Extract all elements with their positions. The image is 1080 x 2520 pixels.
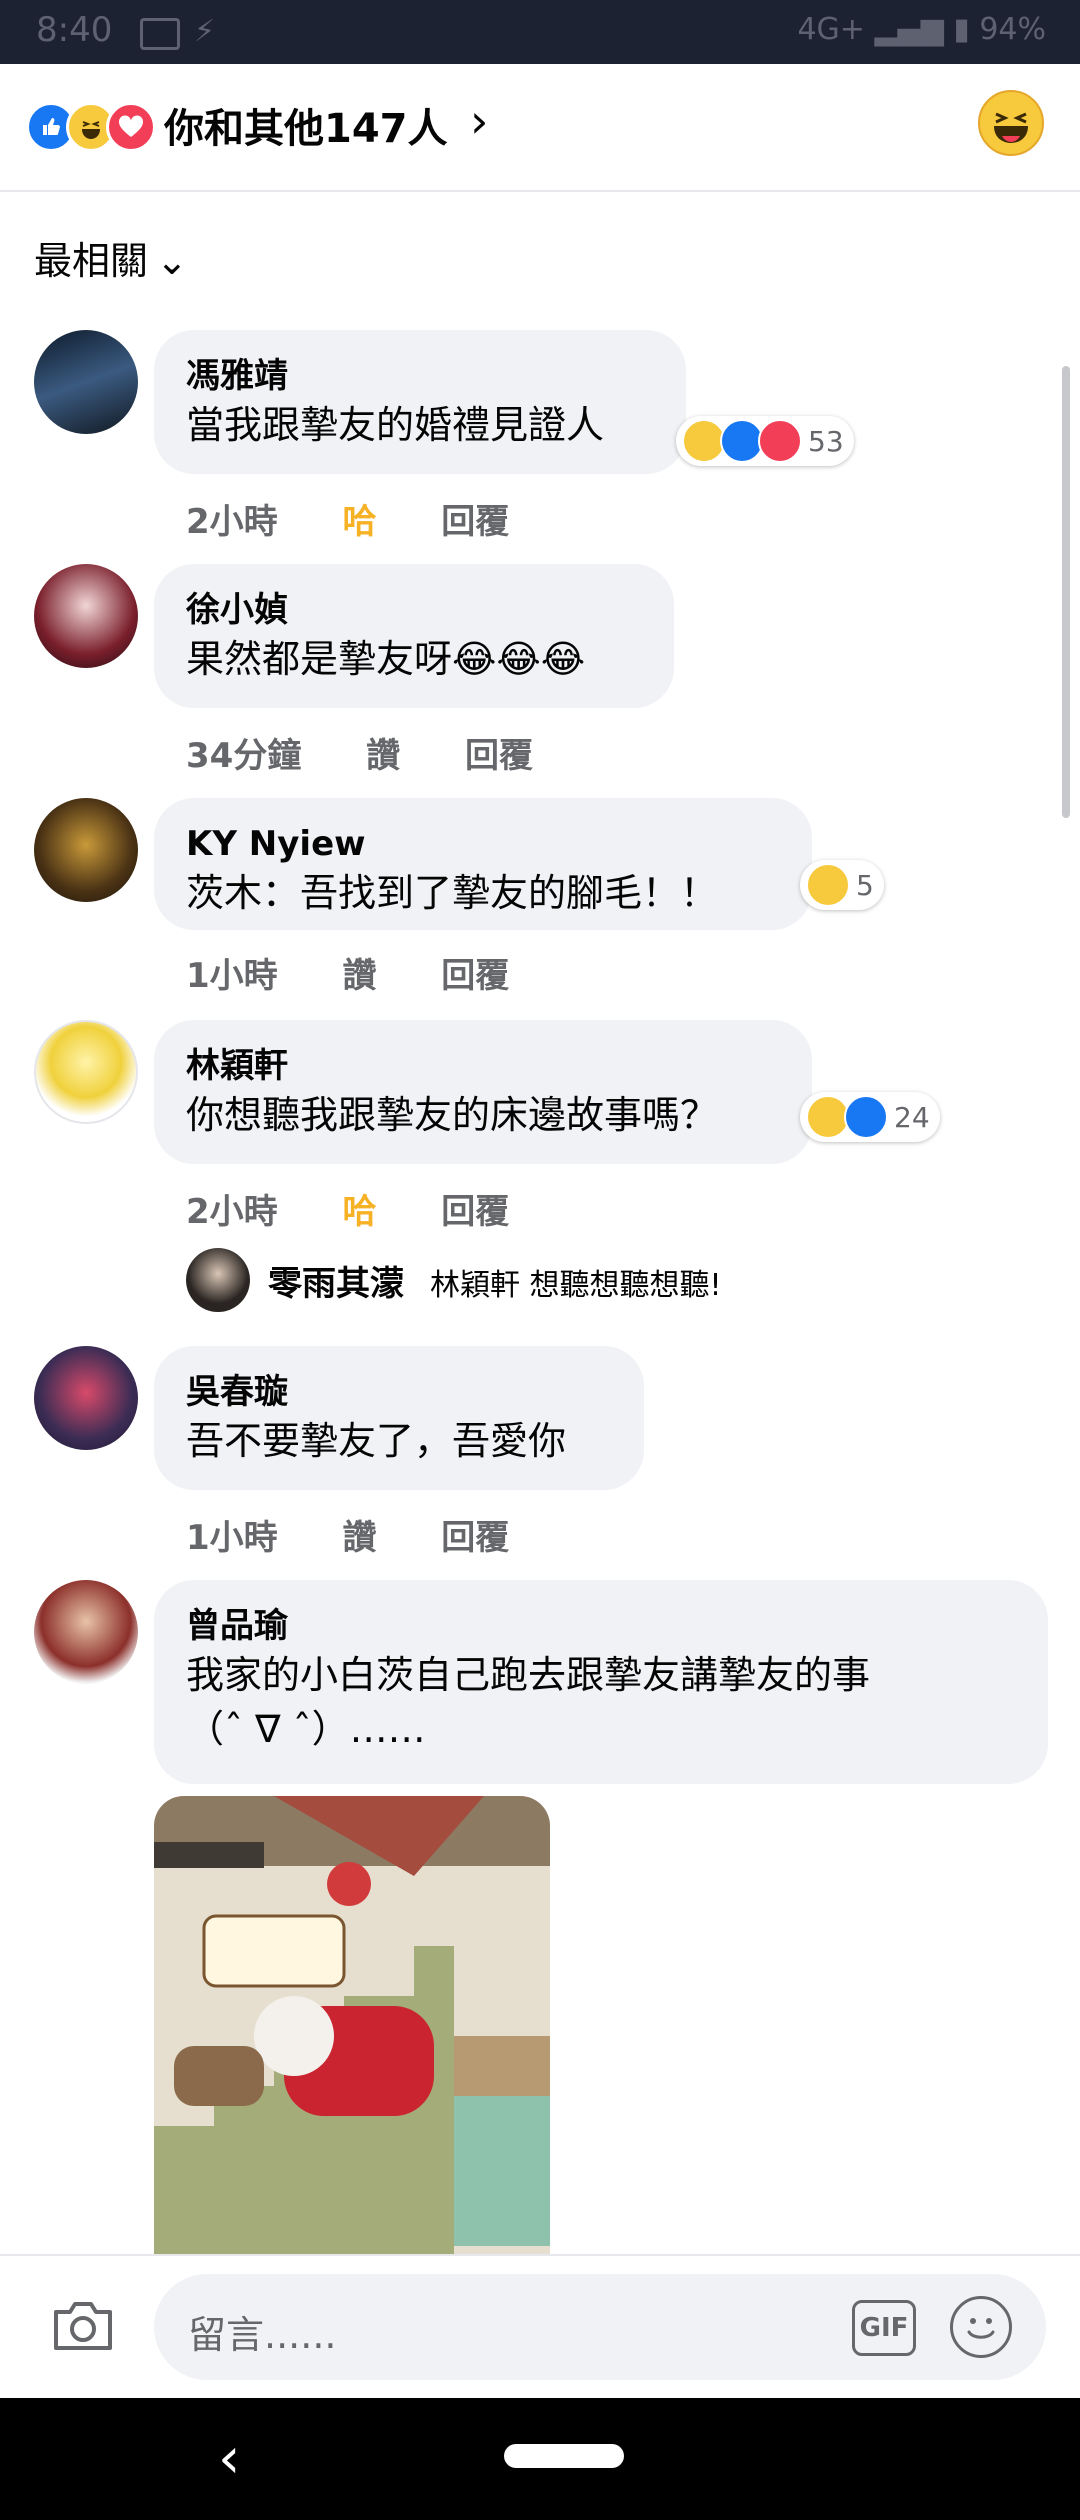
reply-button[interactable]: 回覆 (441, 1192, 509, 1232)
comment-reactions[interactable]: 5 (800, 860, 884, 910)
avatar[interactable] (34, 330, 138, 434)
comment-author[interactable]: KY Nyiew (186, 822, 780, 866)
reply-button[interactable]: 回覆 (441, 502, 509, 542)
notification-icon (140, 18, 180, 50)
comment-time: 1小時 (186, 956, 278, 996)
reaction-count: 5 (856, 868, 874, 902)
comment-bubble[interactable]: 曾品瑜 我家的小白茨自己跑去跟摯友講摯友的事 （ˆ ∇ ˆ）…… (154, 1580, 1048, 1784)
reply-text: 林穎軒 想聽想聽想聽! (430, 1268, 722, 1303)
avatar[interactable] (34, 1346, 138, 1450)
love-icon (758, 419, 802, 463)
battery-icon: ▮ (953, 12, 970, 47)
comment-time: 34分鐘 (186, 736, 302, 776)
comment-author[interactable]: 徐小媜 (186, 588, 642, 632)
gif-button[interactable]: GIF (852, 2300, 916, 2356)
status-time: 8:40 (36, 10, 113, 50)
reaction-count: 53 (808, 424, 844, 458)
reaction-button[interactable]: 讚 (342, 1518, 376, 1558)
reply-author[interactable]: 零雨其濛 (268, 1256, 404, 1305)
camera-icon[interactable] (52, 2300, 114, 2352)
scrollbar[interactable] (1062, 366, 1070, 818)
avatar[interactable] (186, 1248, 250, 1312)
comment-meta: 1小時 讚 回覆 (186, 948, 563, 997)
comment-author[interactable]: 吳春璇 (186, 1370, 612, 1414)
comment-meta: 2小時 哈 回覆 (186, 1184, 563, 1233)
comment-time: 2小時 (186, 502, 278, 542)
signal-icon: ▂▄▆ (874, 12, 944, 47)
reaction-button[interactable]: 哈 (342, 502, 376, 542)
comment-time: 1小時 (186, 1518, 278, 1558)
comment-bubble[interactable]: 林穎軒 你想聽我跟摯友的床邊故事嗎？ (154, 1020, 812, 1164)
reactions-summary[interactable]: 你和其他147人 › (0, 64, 1080, 192)
comment-meta: 1小時 讚 回覆 (186, 1510, 563, 1559)
reply-preview[interactable]: 零雨其濛 林穎軒 想聽想聽想聽! (186, 1248, 1046, 1318)
back-icon[interactable]: ‹ (218, 2426, 240, 2491)
reaction-button[interactable]: 讚 (366, 736, 400, 776)
reply-button[interactable]: 回覆 (465, 736, 533, 776)
comment-reactions[interactable]: 24 (800, 1092, 940, 1142)
comments-sheet: 你和其他147人 › 最相關 ⌄ 馮雅靖 當我跟摯友的婚禮見證人 53 2小時 哈… (0, 64, 1080, 2398)
comment-text-line2: （ˆ ∇ ˆ）…… (186, 1707, 426, 1751)
comment-time: 2小時 (186, 1192, 278, 1232)
comment-author[interactable]: 馮雅靖 (186, 354, 654, 398)
reaction-count: 24 (894, 1100, 930, 1134)
comment-meta: 34分鐘 讚 回覆 (186, 728, 587, 777)
like-icon (844, 1095, 888, 1139)
sort-label: 最相關 (34, 239, 149, 283)
haha-icon (806, 863, 850, 907)
comment-placeholder: 留言...... (188, 2313, 337, 2357)
emoji-icon[interactable] (950, 2296, 1012, 2358)
avatar[interactable] (34, 798, 138, 902)
comment-reactions[interactable]: 53 (676, 416, 854, 466)
comment-text: 當我跟摯友的婚禮見證人 (186, 403, 605, 447)
system-nav-bar: ‹ (0, 2398, 1080, 2520)
status-bar: 8:40 ⚡ 4G+ ▂▄▆ ▮ 94% (0, 0, 1080, 64)
reaction-count: 你和其他147人 (164, 106, 448, 152)
avatar[interactable] (34, 1580, 138, 1684)
battery-level: 94% (979, 12, 1046, 47)
game-notification-icon: ⚡ (194, 14, 216, 49)
reply-button[interactable]: 回覆 (441, 956, 509, 996)
comment-bubble[interactable]: 吳春璇 吾不要摯友了，吾愛你 (154, 1346, 644, 1490)
comment-bubble[interactable]: 徐小媜 果然都是摯友呀😂😂😂 (154, 564, 674, 708)
comment-bubble[interactable]: KY Nyiew 茨木：吾找到了摯友的腳毛！！ (154, 798, 812, 930)
comment-bubble[interactable]: 馮雅靖 當我跟摯友的婚禮見證人 (154, 330, 686, 474)
reaction-button[interactable]: 哈 (342, 1192, 376, 1232)
haha-reaction-button[interactable] (978, 90, 1044, 156)
reaction-button[interactable]: 讚 (342, 956, 376, 996)
comment-meta: 2小時 哈 回覆 (186, 494, 563, 543)
comment-text: 你想聽我跟摯友的床邊故事嗎？ (186, 1093, 719, 1137)
love-icon (106, 102, 156, 152)
comment-composer: 留言...... GIF (0, 2254, 1080, 2398)
avatar[interactable] (34, 1020, 138, 1124)
comment-image[interactable] (154, 1796, 550, 2266)
comment-text: 茨木：吾找到了摯友的腳毛！！ (186, 871, 719, 915)
comment-author[interactable]: 曾品瑜 (186, 1604, 1016, 1648)
chevron-right-icon: › (470, 94, 489, 148)
home-button[interactable] (504, 2444, 624, 2468)
sort-dropdown[interactable]: 最相關 ⌄ (34, 230, 188, 285)
comment-text: 吾不要摯友了，吾愛你 (186, 1419, 567, 1463)
network-indicator: 4G+ (797, 12, 865, 47)
reply-button[interactable]: 回覆 (441, 1518, 509, 1558)
comment-input[interactable]: 留言...... GIF (154, 2274, 1046, 2380)
chevron-down-icon: ⌄ (156, 239, 188, 283)
avatar[interactable] (34, 564, 138, 668)
comment-author[interactable]: 林穎軒 (186, 1044, 780, 1088)
status-right: 4G+ ▂▄▆ ▮ 94% (797, 12, 1046, 47)
comment-text-line1: 我家的小白茨自己跑去跟摯友講摯友的事 (186, 1653, 871, 1697)
reaction-icons (26, 102, 156, 152)
comment-text: 果然都是摯友呀😂😂😂 (186, 637, 586, 681)
